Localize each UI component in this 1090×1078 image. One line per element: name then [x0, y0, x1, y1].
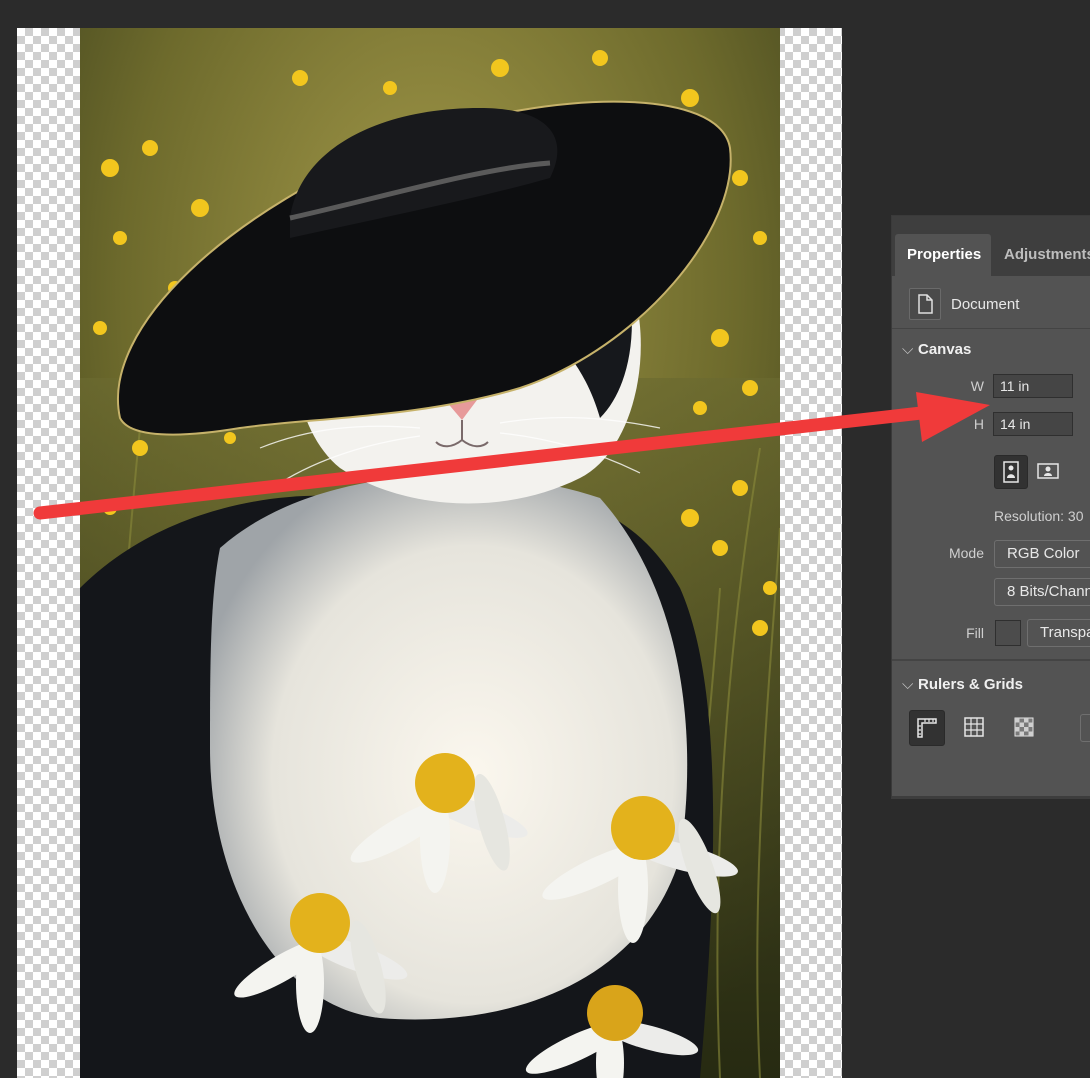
rulers-section-header[interactable]: ⌵ Rulers & Grids	[902, 676, 1023, 693]
tab-adjustments[interactable]: Adjustments	[992, 234, 1090, 276]
fill-color-swatch[interactable]	[995, 620, 1021, 646]
height-label: H	[973, 416, 984, 432]
landscape-orientation-button[interactable]	[1032, 455, 1066, 489]
section-divider	[892, 659, 1090, 661]
grid-icon	[964, 717, 984, 737]
ruler-icon	[917, 718, 937, 738]
chevron-down-icon: ⌵	[902, 341, 914, 358]
transparency-grid-icon	[1014, 717, 1034, 737]
transparency-grid-button[interactable]	[1007, 710, 1043, 746]
document-label: Document	[951, 296, 1020, 313]
fill-label: Fill	[966, 625, 984, 641]
rulers-toggle-button[interactable]	[909, 710, 945, 746]
tab-properties[interactable]: Properties	[895, 234, 991, 276]
artwork-image	[80, 28, 780, 1078]
fill-dropdown[interactable]: Transpa	[1027, 619, 1090, 647]
height-field[interactable]: 14 in	[993, 412, 1073, 436]
mode-label: Mode	[948, 545, 984, 561]
canvas-section-title: Canvas	[918, 341, 972, 358]
rulers-section-title: Rulers & Grids	[918, 676, 1024, 693]
resolution-text: Resolution: 30	[994, 508, 1084, 524]
portrait-orientation-icon	[1003, 461, 1019, 483]
chevron-down-icon: ⌵	[902, 676, 914, 693]
grid-toggle-button[interactable]	[957, 710, 993, 746]
mode-dropdown[interactable]: RGB Color	[994, 540, 1090, 568]
width-field[interactable]: 11 in	[993, 374, 1073, 398]
canvas-section-header[interactable]: ⌵ Canvas	[902, 341, 971, 358]
bit-depth-dropdown[interactable]: 8 Bits/Chann	[994, 578, 1090, 606]
more-options-button[interactable]	[1080, 714, 1090, 742]
width-label: W	[970, 378, 984, 394]
landscape-orientation-icon	[1037, 463, 1059, 479]
document-icon	[909, 288, 941, 320]
portrait-orientation-button[interactable]	[994, 455, 1028, 489]
properties-panel: Properties Adjustments Document ⌵ Canvas …	[891, 215, 1090, 799]
